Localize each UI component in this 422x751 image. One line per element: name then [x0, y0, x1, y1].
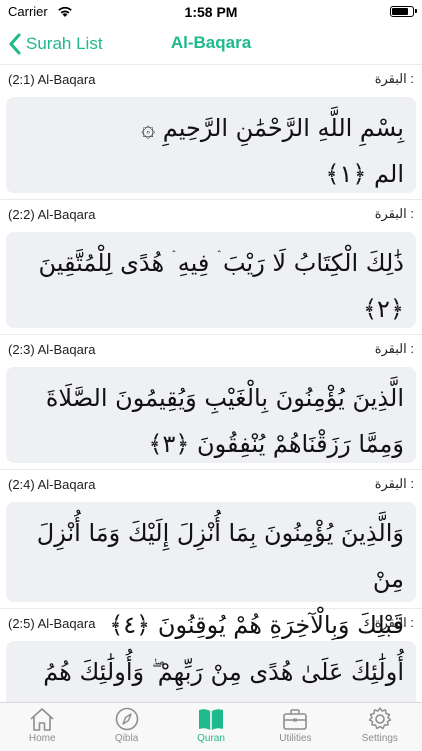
verse-text-line: ذَٰلِكَ الْكِتَابُ لَا رَيْبَ ۛ فِيهِ ۛ … [38, 249, 404, 277]
gear-icon [368, 707, 392, 730]
tab-qibla[interactable]: Qibla [84, 703, 168, 751]
verse-text-line: الَّذِينَ يُؤْمِنُونَ بِالْغَيْبِ وَيُقِ… [45, 384, 404, 412]
verse-card[interactable]: أُولَٰئِكَ عَلَىٰ هُدًى مِنْ رَبِّهِمْ ۖ… [6, 641, 416, 702]
verse-text-line: ﴿٢﴾ [362, 295, 404, 323]
verse-card[interactable]: بِسْمِ اللَّهِ الرَّحْمَٰنِ الرَّحِيمِ ۞… [6, 97, 416, 193]
verse-text-line: وَمِمَّا رَزَقْنَاهُمْ يُنْفِقُونَ ﴿٣﴾ [148, 430, 404, 458]
status-time: 1:58 PM [184, 4, 238, 20]
chevron-left-icon [9, 33, 21, 55]
verse-reference: (2:4) Al-Baqara [8, 476, 96, 492]
verse-text-line: بِسْمِ اللَّهِ الرَّحْمَٰنِ الرَّحِيمِ ۞ [141, 114, 404, 142]
tab-qibla-label: Qibla [114, 733, 139, 744]
tab-settings[interactable]: Settings [338, 703, 422, 751]
tab-quran[interactable]: Quran [169, 703, 253, 751]
book-icon [199, 709, 224, 730]
back-button[interactable]: Surah List [8, 30, 103, 58]
verse-header: (2:1) Al-Baqara البقرة : [0, 64, 422, 93]
verse-card[interactable]: وَالَّذِينَ يُؤْمِنُونَ بِمَا أُنْزِلَ إ… [6, 502, 416, 639]
verse-card[interactable]: الَّذِينَ يُؤْمِنُونَ بِالْغَيْبِ وَيُقِ… [6, 367, 416, 463]
verse-header: (2:3) Al-Baqara البقرة : [0, 334, 422, 363]
verse-surah-arabic: البقرة : [374, 341, 414, 356]
verse-reference: (2:2) Al-Baqara [8, 206, 96, 222]
navigation-bar: Surah List Al-Baqara [0, 24, 422, 64]
verse-reference: (2:3) Al-Baqara [8, 341, 96, 357]
verse-header: (2:2) Al-Baqara البقرة : [0, 199, 422, 228]
tab-bar: Home Qibla Quran Utilities Settings [0, 702, 422, 751]
tab-home-label: Home [28, 733, 56, 744]
tab-settings-label: Settings [361, 733, 398, 744]
verse-text-line: الم ﴿١﴾ [325, 160, 404, 188]
battery-icon [390, 6, 417, 17]
verse-list[interactable]: (2:1) Al-Baqara البقرة : بِسْمِ اللَّهِ … [0, 64, 422, 702]
back-button-label: Surah List [26, 34, 103, 53]
briefcase-icon [283, 709, 308, 730]
verse-card[interactable]: ذَٰلِكَ الْكِتَابُ لَا رَيْبَ ۛ فِيهِ ۛ … [6, 232, 416, 328]
verse-surah-arabic: البقرة : [374, 71, 414, 86]
tab-utilities[interactable]: Utilities [253, 703, 337, 751]
tab-utilities-label: Utilities [279, 733, 312, 744]
verse-surah-arabic: البقرة : [374, 615, 414, 630]
tab-home[interactable]: Home [0, 703, 84, 751]
verse-reference: (2:1) Al-Baqara [8, 71, 96, 87]
status-bar: Carrier 1:58 PM [0, 0, 422, 24]
tab-quran-label: Quran [197, 733, 225, 744]
verse-text-line: أُولَٰئِكَ عَلَىٰ هُدًى مِنْ رَبِّهِمْ ۖ… [43, 658, 404, 686]
home-icon [30, 708, 54, 731]
verse-text-line: وَالَّذِينَ يُؤْمِنُونَ بِمَا أُنْزِلَ إ… [36, 519, 404, 593]
verse-header: (2:4) Al-Baqara البقرة : [0, 469, 422, 498]
verse-surah-arabic: البقرة : [374, 476, 414, 491]
verse-reference: (2:5) Al-Baqara [8, 615, 96, 631]
compass-icon [115, 707, 138, 731]
verse-surah-arabic: البقرة : [374, 206, 414, 221]
